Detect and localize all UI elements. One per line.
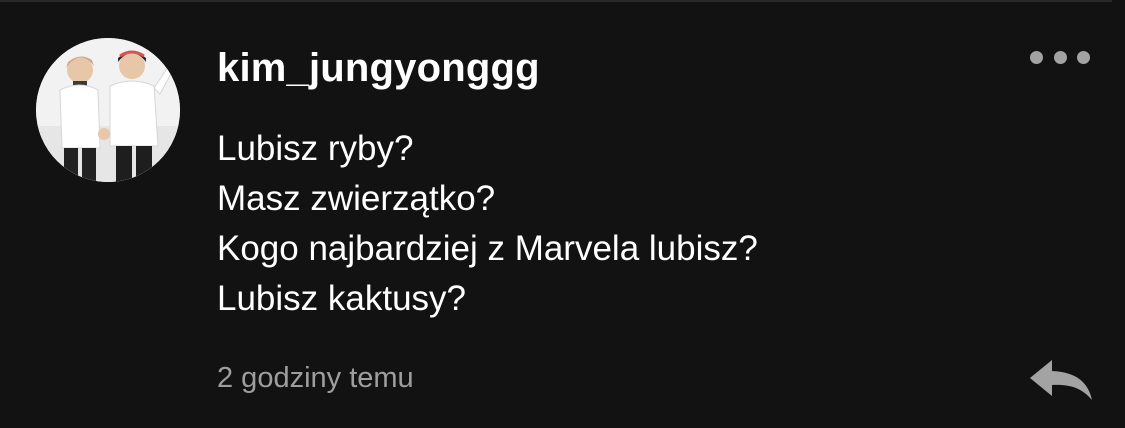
avatar-image xyxy=(36,38,180,182)
comment-text: Lubisz ryby? Masz zwierzątko? Kogo najba… xyxy=(217,124,758,324)
more-horizontal-icon xyxy=(1053,50,1067,64)
comment-item: kim_jungyonggg Lubisz ryby? Masz zwierzą… xyxy=(0,0,1125,428)
comment-line: Kogo najbardziej z Marvela lubisz? xyxy=(217,229,758,268)
more-horizontal-icon xyxy=(1077,50,1090,64)
more-horizontal-icon xyxy=(1030,50,1043,64)
username[interactable]: kim_jungyonggg xyxy=(217,46,540,91)
more-options-button[interactable] xyxy=(1026,44,1094,70)
reply-arrow-icon xyxy=(1030,360,1092,400)
timestamp: 2 godziny temu xyxy=(217,362,414,394)
reply-button[interactable] xyxy=(1026,356,1096,404)
comment-line: Lubisz ryby? xyxy=(217,129,414,168)
comment-line: Lubisz kaktusy? xyxy=(217,279,467,318)
comment-line: Masz zwierzątko? xyxy=(217,179,496,218)
avatar[interactable] xyxy=(36,38,180,182)
